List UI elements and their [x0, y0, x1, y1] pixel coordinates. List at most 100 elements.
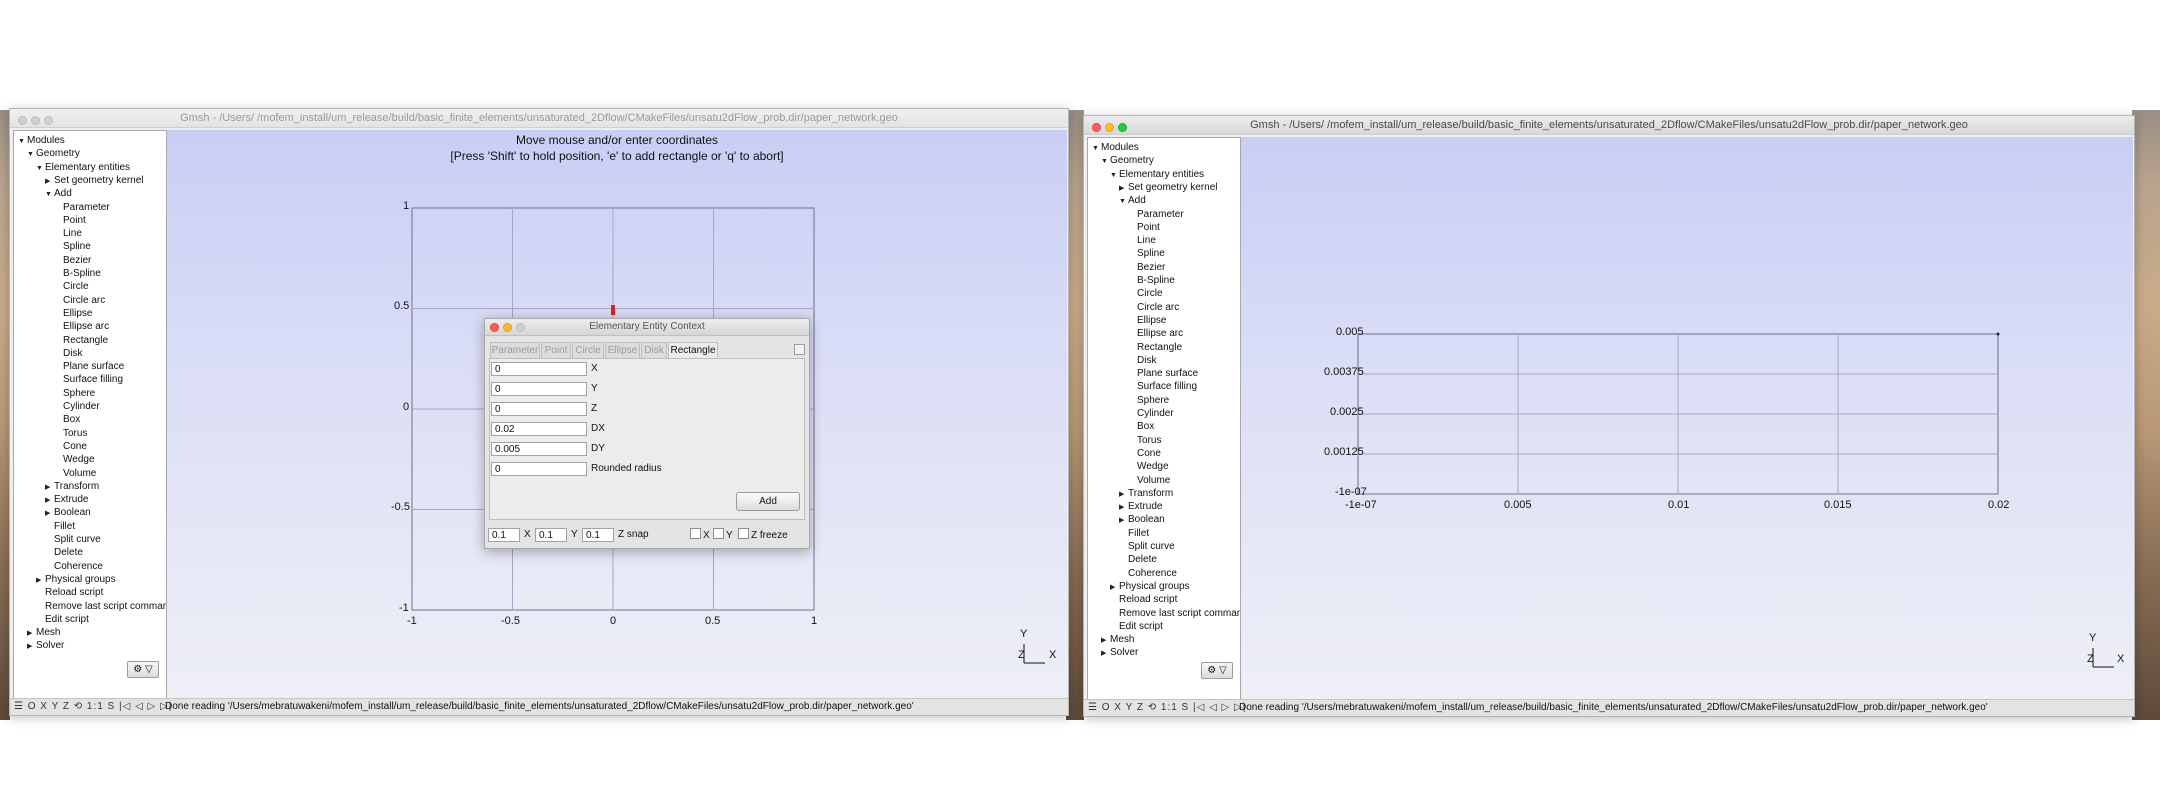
tree-item[interactable]: Coherence — [45, 560, 103, 573]
tree-item[interactable]: Edit script — [36, 613, 89, 626]
z-freeze-checkbox[interactable]: Z freeze — [738, 528, 788, 543]
tree-item[interactable]: Ellipse arc — [54, 320, 109, 333]
dialog-tab-ellipse[interactable]: Ellipse — [605, 342, 640, 359]
tree-item[interactable]: ▶ Transform — [45, 480, 99, 493]
snap-x-field[interactable]: 0.1 — [488, 528, 520, 542]
tree-item[interactable]: Disk — [1128, 354, 1156, 367]
chevron-right-icon[interactable]: ▶ — [1119, 488, 1128, 501]
tree-item[interactable]: Remove last script command — [1110, 607, 1240, 620]
freeze-y-checkbox[interactable]: Y — [713, 528, 733, 543]
tree-item[interactable]: Remove last script command — [36, 600, 166, 613]
chevron-right-icon[interactable]: ▶ — [27, 627, 36, 640]
chevron-down-icon[interactable]: ▼ — [36, 162, 45, 175]
right-graphics-viewport[interactable]: -1e-07 0.005 0.01 0.015 0.02 0.005 0.003… — [1241, 137, 2133, 697]
tree-item[interactable]: Cylinder — [54, 400, 100, 413]
tree-item[interactable]: Plane surface — [1128, 367, 1198, 380]
dialog-tab-rectangle[interactable]: Rectangle — [668, 342, 718, 359]
tree-item[interactable]: ▼ Modules — [1092, 141, 1139, 154]
dialog-titlebar[interactable]: Elementary Entity Context — [485, 319, 809, 336]
tree-item[interactable]: ▼ Elementary entities — [36, 161, 130, 174]
dialog-minimize-button[interactable] — [503, 323, 512, 332]
tree-item[interactable]: Point — [1128, 221, 1160, 234]
tree-item[interactable]: Bezier — [1128, 261, 1165, 274]
tree-item[interactable]: ▶ Mesh — [27, 626, 60, 639]
dx-field[interactable]: 0.02 — [491, 422, 587, 436]
tree-item[interactable]: Circle arc — [1128, 301, 1179, 314]
chevron-down-icon[interactable]: ▼ — [1101, 155, 1110, 168]
tree-item[interactable]: Disk — [54, 347, 82, 360]
tree-item[interactable]: Cone — [54, 440, 87, 453]
tree-item[interactable]: Torus — [54, 427, 87, 440]
tree-item[interactable]: ▶ Set geometry kernel — [1119, 181, 1218, 194]
dialog-zoom-button[interactable] — [516, 323, 525, 332]
chevron-right-icon[interactable]: ▶ — [1119, 514, 1128, 527]
tree-item[interactable]: Plane surface — [54, 360, 124, 373]
tree-item[interactable]: Spline — [54, 240, 91, 253]
tree-item[interactable]: Line — [54, 227, 82, 240]
chevron-right-icon[interactable]: ▶ — [1101, 634, 1110, 647]
dialog-tab-parameter[interactable]: Parameter — [490, 342, 540, 359]
tree-item[interactable]: ▶ Extrude — [45, 493, 88, 506]
tree-item[interactable]: Wedge — [54, 453, 95, 466]
right-tree-settings-button[interactable]: ⚙ ▽ — [1201, 662, 1233, 679]
tree-item[interactable]: Box — [54, 413, 80, 426]
dy-field[interactable]: 0.005 — [491, 442, 587, 456]
tree-item[interactable]: Circle arc — [54, 294, 105, 307]
tree-item[interactable]: ▼ Add — [45, 187, 72, 200]
tree-item[interactable]: Cone — [1128, 447, 1161, 460]
tree-item[interactable]: Sphere — [1128, 394, 1169, 407]
freeze-x-checkbox[interactable]: X — [690, 528, 710, 543]
chevron-right-icon[interactable]: ▶ — [45, 494, 54, 507]
chevron-down-icon[interactable]: ▼ — [1119, 195, 1128, 208]
chevron-down-icon[interactable]: ▼ — [45, 188, 54, 201]
dialog-menu-button[interactable] — [794, 344, 805, 355]
tree-item[interactable]: Sphere — [54, 387, 95, 400]
close-window-button[interactable] — [18, 116, 27, 125]
y-field[interactable]: 0 — [491, 382, 587, 396]
tree-item[interactable]: Line — [1128, 234, 1156, 247]
tree-item[interactable]: Split curve — [1119, 540, 1175, 553]
tree-item[interactable]: ▼ Modules — [18, 134, 65, 147]
left-tree-settings-button[interactable]: ⚙ ▽ — [127, 661, 159, 678]
chevron-down-icon[interactable]: ▼ — [27, 148, 36, 161]
chevron-right-icon[interactable]: ▶ — [1119, 501, 1128, 514]
tree-item[interactable]: ▶ Solver — [1101, 646, 1138, 659]
tree-item[interactable]: Spline — [1128, 247, 1165, 260]
tree-item[interactable]: Ellipse — [1128, 314, 1166, 327]
close-window-button[interactable] — [1092, 123, 1101, 132]
tree-item[interactable]: Surface filling — [54, 373, 123, 386]
x-field[interactable]: 0 — [491, 362, 587, 376]
tree-item[interactable]: ▶ Solver — [27, 639, 64, 652]
tree-item[interactable]: Delete — [1119, 553, 1157, 566]
tree-item[interactable]: ▶ Transform — [1119, 487, 1173, 500]
tree-item[interactable]: Torus — [1128, 434, 1161, 447]
tree-item[interactable]: Circle — [1128, 287, 1163, 300]
tree-item[interactable]: Rectangle — [1128, 341, 1182, 354]
tree-item[interactable]: Edit script — [1110, 620, 1163, 633]
tree-item[interactable]: ▶ Physical groups — [1110, 580, 1190, 593]
chevron-right-icon[interactable]: ▶ — [45, 507, 54, 520]
dialog-tab-point[interactable]: Point — [541, 342, 571, 359]
tree-item[interactable]: Cylinder — [1128, 407, 1174, 420]
tree-item[interactable]: Parameter — [54, 201, 110, 214]
chevron-right-icon[interactable]: ▶ — [45, 481, 54, 494]
tree-item[interactable]: ▼ Geometry — [1101, 154, 1154, 167]
zoom-window-button[interactable] — [44, 116, 53, 125]
chevron-right-icon[interactable]: ▶ — [45, 175, 54, 188]
chevron-right-icon[interactable]: ▶ — [36, 574, 45, 587]
chevron-right-icon[interactable]: ▶ — [1110, 581, 1119, 594]
tree-item[interactable]: ▶ Boolean — [1119, 513, 1165, 526]
tree-item[interactable]: ▶ Boolean — [45, 506, 91, 519]
tree-item[interactable]: Coherence — [1119, 567, 1177, 580]
tree-item[interactable]: Fillet — [1119, 527, 1149, 540]
dialog-tab-disk[interactable]: Disk — [641, 342, 667, 359]
tree-item[interactable]: Volume — [1128, 474, 1170, 487]
chevron-right-icon[interactable]: ▶ — [27, 640, 36, 653]
tree-item[interactable]: ▼ Geometry — [27, 147, 80, 160]
tree-item[interactable]: Parameter — [1128, 208, 1184, 221]
tree-item[interactable]: ▼ Elementary entities — [1110, 168, 1204, 181]
z-field[interactable]: 0 — [491, 402, 587, 416]
tree-item[interactable]: Split curve — [45, 533, 101, 546]
tree-item[interactable]: Reload script — [36, 586, 103, 599]
tree-item[interactable]: B-Spline — [54, 267, 101, 280]
